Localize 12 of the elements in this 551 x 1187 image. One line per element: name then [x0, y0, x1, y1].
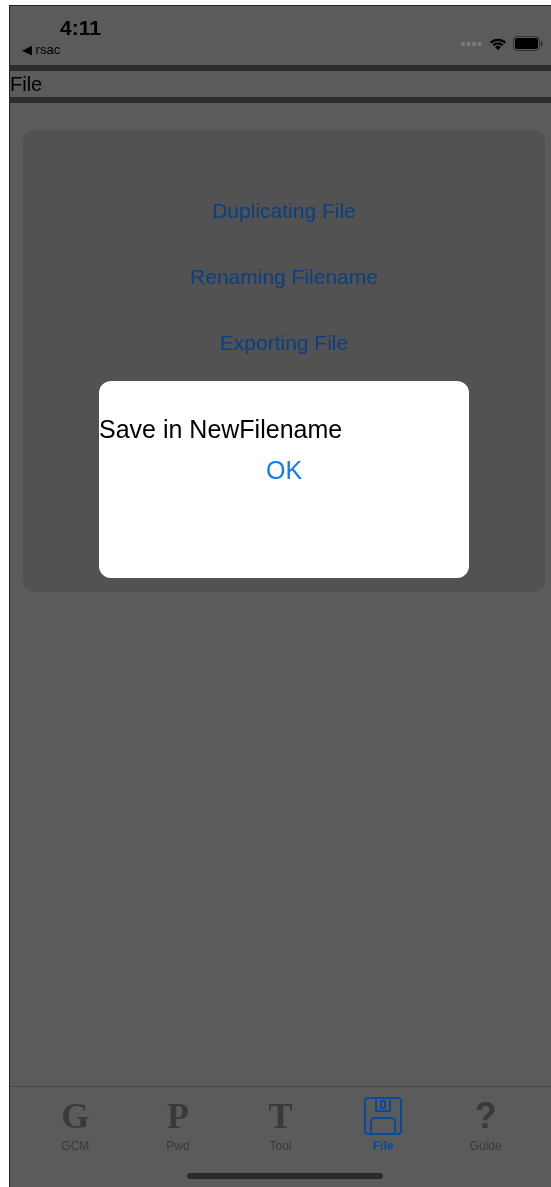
signal-icon	[461, 40, 483, 47]
back-link[interactable]: ◀ rsac	[22, 42, 101, 57]
battery-icon	[513, 36, 543, 51]
status-time: 4:11	[60, 16, 101, 40]
tab[interactable]: File	[331, 1087, 435, 1187]
alert-message: Save in NewFilename	[99, 415, 343, 444]
ok-button[interactable]: OK	[257, 452, 311, 489]
menu-link[interactable]: Duplicating File	[212, 196, 356, 225]
wifi-icon	[488, 36, 508, 51]
menu-link[interactable]: Renaming Filename	[190, 262, 378, 291]
page-title: File	[10, 72, 44, 97]
menu-link[interactable]: Exporting File	[219, 328, 349, 357]
